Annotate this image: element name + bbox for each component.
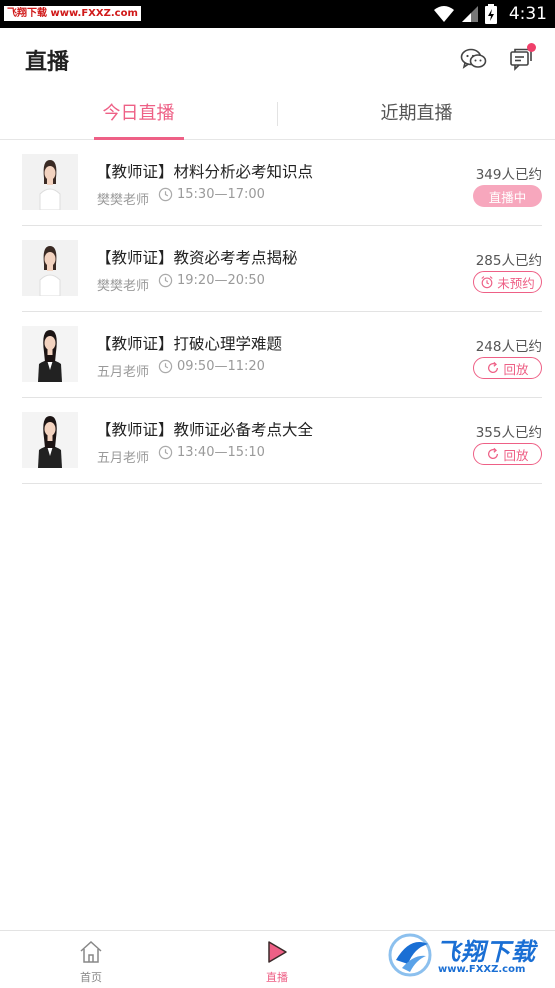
signal-icon <box>461 6 478 22</box>
wechat-icon <box>460 48 487 69</box>
tab-today-live[interactable]: 今日直播 <box>0 88 277 140</box>
teacher-avatar <box>22 326 78 382</box>
teacher-name: 樊樊老师 <box>97 193 150 208</box>
nav-live[interactable]: 直播 <box>242 935 312 985</box>
status-label: 回放 <box>503 361 529 377</box>
teacher-name: 樊樊老师 <box>97 279 150 294</box>
clock-icon <box>158 187 173 202</box>
status-bar: 飞翔下载 www.FXXZ.com 4:31 <box>0 0 555 28</box>
reservation-count: 285人已约 <box>475 253 542 269</box>
lesson-row[interactable]: 【教师证】教资必考考点揭秘 樊樊老师 19:20—20:50 285人已约 未预… <box>22 226 542 312</box>
reservation-count: 349人已约 <box>475 167 542 183</box>
status-label: 回放 <box>503 447 529 463</box>
teacher-name: 五月老师 <box>97 451 150 466</box>
page-title: 直播 <box>25 50 70 75</box>
reserve-button[interactable]: 未预约 <box>473 271 542 293</box>
watermark-label: 飞翔下载 www.FXXZ.com <box>4 6 141 21</box>
wechat-button[interactable] <box>460 45 488 73</box>
reservation-count: 355人已约 <box>475 425 542 441</box>
watermark-logo-url: www.FXXZ.com <box>438 964 526 975</box>
app-header: 直播 <box>0 28 555 88</box>
reservation-count: 248人已约 <box>475 339 542 355</box>
tab-bar: 今日直播 近期直播 <box>0 88 555 140</box>
home-icon <box>80 940 102 963</box>
clock-icon <box>158 273 173 288</box>
notification-dot <box>527 43 536 52</box>
replay-icon <box>488 361 499 373</box>
teacher-avatar <box>22 240 78 296</box>
wifi-icon <box>433 6 454 22</box>
play-icon <box>268 941 287 963</box>
nav-home[interactable]: 首页 <box>56 935 126 985</box>
watermark-logo-text: 飞翔下载 <box>436 938 536 966</box>
lesson-title: 【教师证】教资必考考点揭秘 <box>96 249 298 267</box>
teacher-avatar <box>22 412 78 468</box>
replay-button[interactable]: 回放 <box>473 357 542 379</box>
live-status-button[interactable]: 直播中 <box>473 185 542 207</box>
lesson-time-text: 13:40—15:10 <box>177 445 265 460</box>
tab-recent-live[interactable]: 近期直播 <box>278 88 555 140</box>
teacher-name: 五月老师 <box>97 365 150 380</box>
lesson-row[interactable]: 【教师证】材料分析必考知识点 樊樊老师 15:30—17:00 349人已约 直… <box>22 140 542 226</box>
lesson-time-text: 19:20—20:50 <box>177 273 265 288</box>
lesson-time: 19:20—20:50 <box>158 273 265 288</box>
nav-home-label: 首页 <box>80 971 102 984</box>
fxxz-logo-icon <box>388 933 432 977</box>
status-icons: 4:31 <box>433 3 547 25</box>
watermark-logo: 飞翔下载 www.FXXZ.com <box>388 928 548 984</box>
status-label: 未预约 <box>497 275 535 291</box>
message-button[interactable] <box>507 43 536 73</box>
lesson-title: 【教师证】教师证必备考点大全 <box>96 421 314 439</box>
lesson-title: 【教师证】材料分析必考知识点 <box>96 163 314 181</box>
lesson-time: 13:40—15:10 <box>158 445 265 460</box>
status-label: 直播中 <box>488 189 527 205</box>
teacher-avatar <box>22 154 78 210</box>
replay-icon <box>488 447 499 459</box>
lesson-row[interactable]: 【教师证】打破心理学难题 五月老师 09:50—11:20 248人已约 回放 <box>22 312 542 398</box>
lesson-title: 【教师证】打破心理学难题 <box>96 335 283 353</box>
lesson-row[interactable]: 【教师证】教师证必备考点大全 五月老师 13:40—15:10 355人已约 回… <box>22 398 542 484</box>
replay-button[interactable]: 回放 <box>473 443 542 465</box>
battery-icon <box>484 4 497 24</box>
clock-icon <box>158 359 173 374</box>
lesson-time: 09:50—11:20 <box>158 359 265 374</box>
lesson-time-text: 15:30—17:00 <box>177 187 265 202</box>
lesson-time-text: 09:50—11:20 <box>177 359 265 374</box>
alarm-clock-icon <box>481 276 493 289</box>
nav-live-label: 直播 <box>266 971 288 984</box>
clock: 4:31 <box>508 4 547 24</box>
lesson-time: 15:30—17:00 <box>158 187 265 202</box>
clock-icon <box>158 445 173 460</box>
